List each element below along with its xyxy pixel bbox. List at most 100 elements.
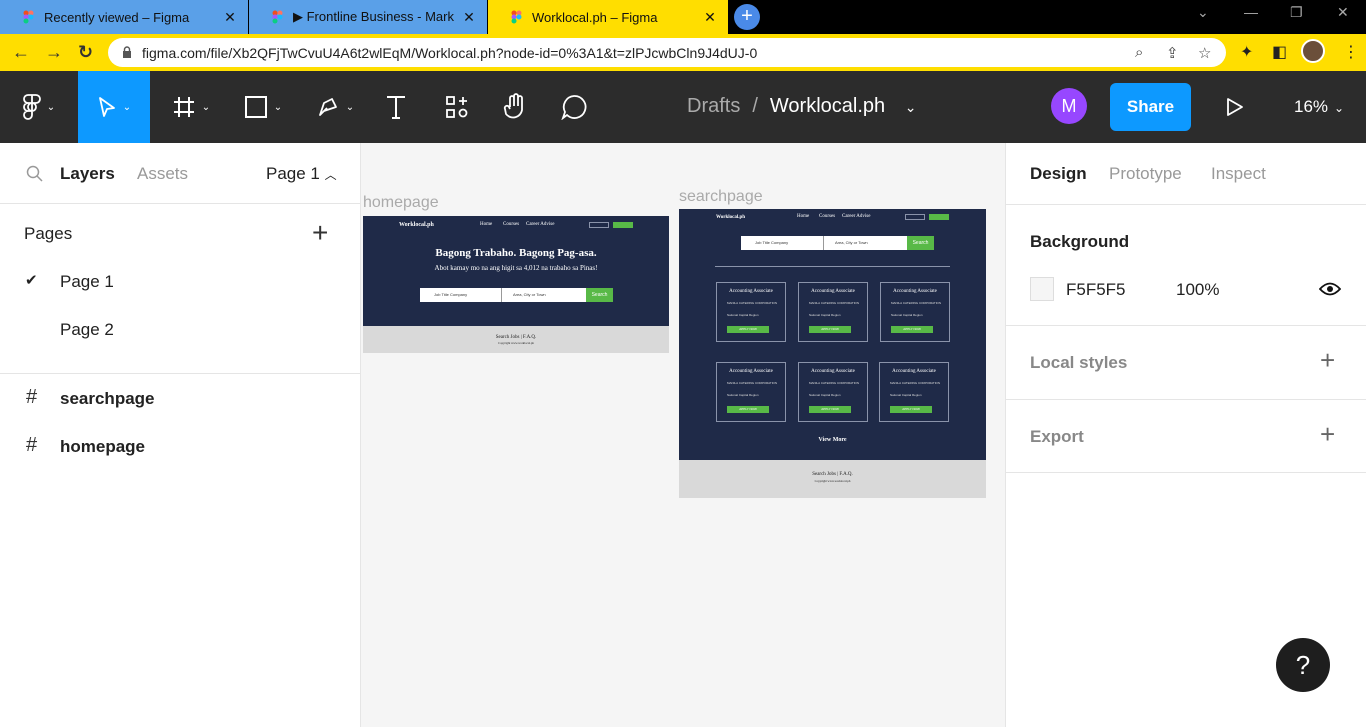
frame-label-searchpage[interactable]: searchpage bbox=[679, 188, 763, 206]
export-title: Export bbox=[1030, 427, 1084, 446]
components-icon bbox=[446, 96, 468, 118]
design-canvas[interactable]: homepage Worklocal.ph Home Courses Caree… bbox=[361, 143, 1005, 727]
main-menu-button[interactable]: ⌄ bbox=[0, 71, 78, 143]
add-local-style-icon[interactable]: + bbox=[1320, 345, 1335, 376]
job-card-title: Accounting Associate bbox=[811, 289, 855, 294]
page-item-page-1[interactable]: Page 1 bbox=[60, 272, 114, 292]
frame-hash-icon: # bbox=[26, 386, 38, 408]
zoom-value: 16% bbox=[1294, 97, 1329, 116]
job-card-apply-button: APPLY NOW bbox=[891, 326, 933, 333]
tab-recently-viewed[interactable]: Recently viewed – Figma ✕ bbox=[0, 0, 248, 34]
tab-close-icon[interactable]: ✕ bbox=[457, 9, 481, 26]
extensions-puzzle-icon[interactable]: ✦ bbox=[1240, 42, 1253, 62]
side-panel-icon[interactable]: ◧ bbox=[1272, 42, 1287, 62]
homepage-signup-box bbox=[613, 222, 633, 228]
divider bbox=[1006, 325, 1366, 326]
zoom-lens-icon[interactable]: ⌕ bbox=[1135, 44, 1143, 61]
eye-icon[interactable] bbox=[1319, 281, 1341, 297]
job-card: Accounting Associate MANILA CATERING COR… bbox=[716, 362, 786, 422]
address-bar: ← → ↻ figma.com/file/Xb2QFjTwCvuU4A6t2wl… bbox=[0, 34, 1366, 71]
figma-favicon-icon bbox=[510, 10, 524, 24]
breadcrumb-folder[interactable]: Drafts bbox=[687, 95, 740, 117]
job-card-apply-button: APPLY NOW bbox=[727, 326, 769, 333]
frame-tool[interactable]: ⌄ bbox=[160, 71, 222, 143]
job-card-company: MANILA CATERING CORPORATION bbox=[890, 381, 941, 385]
back-icon[interactable]: ← bbox=[12, 42, 30, 63]
user-avatar[interactable]: M bbox=[1051, 88, 1087, 124]
file-name[interactable]: Worklocal.ph bbox=[770, 95, 885, 117]
tab-close-icon[interactable]: ✕ bbox=[218, 9, 242, 26]
profile-avatar[interactable] bbox=[1301, 39, 1325, 63]
search-icon[interactable] bbox=[26, 165, 44, 183]
homepage-loc-placeholder: Area, City or Town bbox=[513, 292, 546, 297]
job-card-title: Accounting Associate bbox=[811, 369, 855, 374]
page-selector[interactable]: Page 1 ︿ bbox=[266, 164, 337, 184]
searchpage-body[interactable]: Worklocal.ph Home Courses Career Advise … bbox=[679, 209, 986, 460]
browser-menu-icon[interactable]: ⋮ bbox=[1343, 42, 1359, 62]
view-more-link: View More bbox=[818, 437, 847, 443]
pen-tool[interactable]: ⌄ bbox=[304, 71, 366, 143]
homepage-nav-career: Career Advise bbox=[526, 222, 555, 227]
job-card-location: National Capital Region bbox=[727, 393, 759, 397]
bookmark-star-icon[interactable]: ☆ bbox=[1198, 44, 1211, 62]
text-tool[interactable] bbox=[376, 71, 416, 143]
checkmark-icon: ✔ bbox=[25, 272, 38, 289]
new-tab-button[interactable]: + bbox=[734, 4, 760, 30]
tab-close-icon[interactable]: ✕ bbox=[698, 9, 722, 26]
tab-frontline-business[interactable]: ▶ Frontline Business - Mark Lore ✕ bbox=[249, 0, 487, 34]
searchpage-footer-links: Search Jobs | F.A.Q. bbox=[812, 472, 853, 477]
minimize-icon[interactable]: — bbox=[1244, 4, 1258, 20]
job-card-location: National Capital Region bbox=[727, 313, 759, 317]
reload-icon[interactable]: ↻ bbox=[78, 42, 93, 63]
tab-prototype[interactable]: Prototype bbox=[1109, 164, 1182, 184]
figma-favicon-icon bbox=[22, 10, 36, 24]
searchpage-search-bar: Job Title Company Area, City or Town bbox=[741, 236, 907, 250]
homepage-nav-home: Home bbox=[480, 222, 493, 227]
maximize-icon[interactable]: ❐ bbox=[1290, 4, 1303, 21]
help-button[interactable]: ? bbox=[1276, 638, 1330, 692]
resources-tool[interactable] bbox=[437, 71, 477, 143]
page-item-page-2[interactable]: Page 2 bbox=[60, 320, 114, 340]
add-page-icon[interactable]: + bbox=[312, 217, 328, 249]
job-card-apply-button: APPLY NOW bbox=[727, 406, 769, 413]
zoom-level[interactable]: 16% ⌄ bbox=[1294, 97, 1344, 117]
chevron-down-icon: ⌄ bbox=[1334, 101, 1345, 115]
searchpage-nav-courses: Courses bbox=[819, 214, 836, 219]
forward-icon[interactable]: → bbox=[45, 42, 63, 63]
hand-tool[interactable] bbox=[495, 71, 535, 143]
searchpage-loc-placeholder: Area, City or Town bbox=[835, 240, 868, 245]
background-opacity-field[interactable]: 100% bbox=[1176, 280, 1219, 300]
add-export-icon[interactable]: + bbox=[1320, 419, 1335, 450]
comment-tool[interactable] bbox=[554, 71, 594, 143]
shape-tool[interactable]: ⌄ bbox=[232, 71, 294, 143]
homepage-nav-courses: Courses bbox=[503, 222, 520, 227]
figma-logo-icon bbox=[22, 94, 41, 120]
chevron-down-icon[interactable]: ⌄ bbox=[905, 99, 917, 115]
layer-homepage[interactable]: homepage bbox=[60, 437, 145, 457]
browser-tab-bar: Recently viewed – Figma ✕ ▶ Frontline Bu… bbox=[0, 0, 1366, 34]
layer-searchpage[interactable]: searchpage bbox=[60, 389, 155, 409]
chevron-down-icon: ⌄ bbox=[273, 101, 283, 113]
homepage-hero[interactable]: Worklocal.ph Home Courses Career Advise … bbox=[363, 216, 669, 326]
searchpage-job-placeholder: Job Title Company bbox=[755, 240, 789, 245]
present-play-icon[interactable] bbox=[1226, 97, 1244, 117]
tab-worklocal-active[interactable]: Worklocal.ph – Figma ✕ bbox=[488, 0, 728, 34]
share-page-icon[interactable]: ⇪ bbox=[1166, 44, 1179, 62]
share-button[interactable]: Share bbox=[1110, 83, 1191, 131]
tab-assets[interactable]: Assets bbox=[137, 164, 188, 184]
tab-inspect[interactable]: Inspect bbox=[1211, 164, 1266, 184]
background-swatch[interactable] bbox=[1030, 277, 1054, 301]
tab-layers[interactable]: Layers bbox=[60, 164, 115, 184]
frame-label-homepage[interactable]: homepage bbox=[363, 194, 439, 212]
figma-favicon-icon bbox=[271, 10, 285, 24]
divider bbox=[1006, 399, 1366, 400]
job-card: Accounting Associate MANILA CATERING COR… bbox=[880, 282, 950, 342]
tab-search-chevron-icon[interactable]: ⌄ bbox=[1197, 4, 1209, 21]
tab-design[interactable]: Design bbox=[1030, 164, 1087, 184]
url-field[interactable]: figma.com/file/Xb2QFjTwCvuU4A6t2wlEqM/Wo… bbox=[108, 38, 1226, 67]
background-hex-field[interactable]: F5F5F5 bbox=[1066, 280, 1126, 300]
breadcrumb-separator: / bbox=[752, 95, 758, 117]
move-tool[interactable]: ⌄ bbox=[78, 71, 150, 143]
close-window-icon[interactable]: ✕ bbox=[1337, 4, 1349, 21]
chevron-down-icon: ⌄ bbox=[46, 101, 56, 113]
